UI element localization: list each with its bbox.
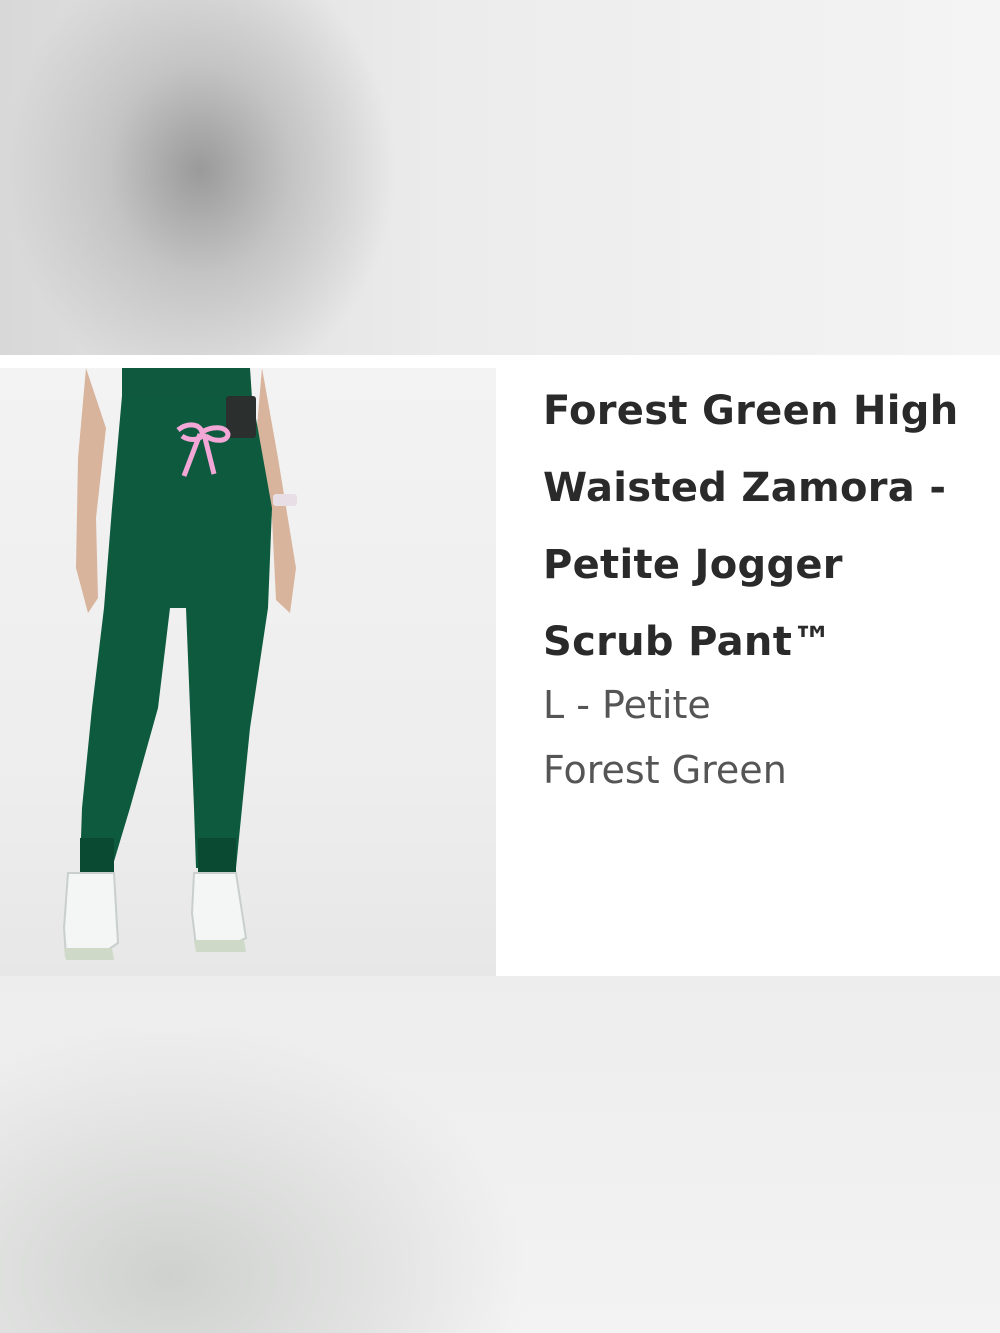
- product-card[interactable]: Forest Green High Waisted Zamora - Petit…: [0, 355, 1000, 976]
- product-size: L - Petite: [543, 683, 711, 727]
- jogger-pant-illustration: [62, 368, 297, 960]
- product-image: [0, 368, 496, 976]
- product-info: Forest Green High Waisted Zamora - Petit…: [543, 373, 983, 794]
- product-color: Forest Green: [543, 748, 787, 792]
- blurred-background-bottom: [0, 976, 1000, 1333]
- product-title[interactable]: Forest Green High Waisted Zamora - Petit…: [543, 373, 983, 681]
- blurred-background-top: [0, 0, 1000, 355]
